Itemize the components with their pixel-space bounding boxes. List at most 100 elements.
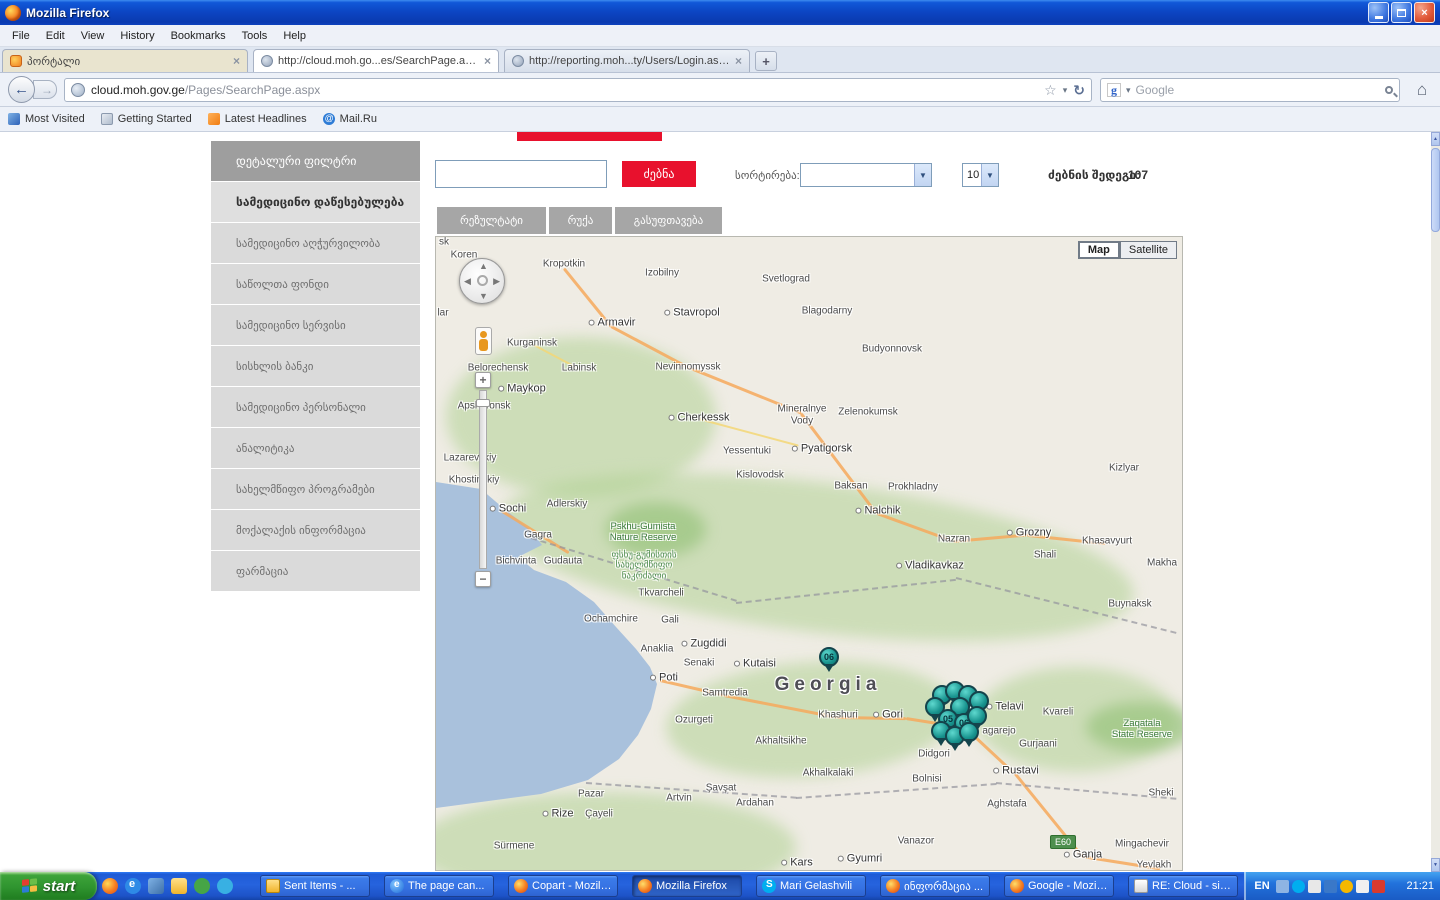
zoom-out-button[interactable]: − [475, 571, 491, 587]
sidebar-item[interactable]: ანალიტიკა [211, 428, 420, 468]
ie-quicklaunch-icon[interactable] [125, 878, 141, 894]
media-quicklaunch-icon[interactable] [194, 878, 210, 894]
chevron-down-icon[interactable]: ▼ [914, 164, 931, 186]
taskbar-button[interactable]: The page can... [384, 875, 494, 897]
menu-view[interactable]: View [73, 27, 113, 45]
url-bar[interactable]: cloud.moh.gov.ge /Pages/SearchPage.aspx … [64, 78, 1092, 102]
network-tray-icon[interactable] [1324, 880, 1337, 893]
start-button[interactable]: start [0, 872, 97, 900]
taskbar-button[interactable]: Mozilla Firefox [632, 875, 742, 897]
sidebar-item[interactable]: მოქალაქის ინფორმაცია [211, 510, 420, 550]
action-button[interactable]: რეზულტატი [437, 207, 546, 234]
taskbar-button[interactable]: Google - Mozill... [1004, 875, 1114, 897]
restore-button[interactable] [1391, 2, 1412, 23]
action-button[interactable]: რუქა [549, 207, 612, 234]
menu-help[interactable]: Help [275, 27, 314, 45]
scroll-down-icon[interactable]: ▼ [1431, 858, 1440, 872]
menu-bookmarks[interactable]: Bookmarks [163, 27, 234, 45]
firefox-quicklaunch-icon[interactable] [102, 878, 118, 894]
tab-searchpage[interactable]: http://cloud.moh.go...es/SearchPage.aspx… [253, 49, 499, 72]
titlebar[interactable]: Mozilla Firefox × [0, 0, 1440, 25]
result-view-buttons: რეზულტატირუქაგასუფთავება [437, 207, 722, 234]
mail-tray-icon[interactable] [1356, 880, 1369, 893]
sidebar-item[interactable]: საწოლთა ფონდი [211, 264, 420, 304]
pan-down-icon[interactable]: ▼ [479, 291, 488, 301]
bookmark-item[interactable]: Most Visited [8, 113, 85, 125]
language-indicator[interactable]: EN [1252, 880, 1272, 892]
pan-up-icon[interactable]: ▲ [479, 261, 488, 271]
action-button[interactable]: გასუფთავება [615, 207, 722, 234]
rss-icon [208, 113, 220, 125]
volume-tray-icon[interactable] [1308, 880, 1321, 893]
reload-icon[interactable]: ↻ [1073, 82, 1085, 99]
sidebar-item[interactable]: დეტალური ფილტრი [211, 141, 420, 181]
zoom-slider[interactable] [479, 390, 487, 569]
antivirus-tray-icon[interactable] [1372, 880, 1385, 893]
update-tray-icon[interactable] [1340, 880, 1353, 893]
forward-button[interactable]: → [33, 80, 57, 99]
home-button[interactable]: ⌂ [1410, 78, 1434, 102]
tab-reporting[interactable]: http://reporting.moh...ty/Users/Login.as… [504, 49, 750, 72]
menu-tools[interactable]: Tools [234, 27, 276, 45]
taskbar-button[interactable]: ინფორმაცია ... [880, 875, 990, 897]
filter-search-input[interactable] [435, 160, 607, 188]
vertical-scrollbar[interactable]: ▲ ▼ [1431, 132, 1440, 872]
pan-right-icon[interactable]: ▶ [493, 276, 500, 287]
sidebar-item[interactable]: სამედიცინო აღჭურვილობა [211, 223, 420, 263]
bookmark-item[interactable]: Getting Started [101, 113, 192, 125]
sidebar-item[interactable]: სამედიცინო პერსონალი [211, 387, 420, 427]
new-tab-button[interactable]: + [755, 51, 777, 71]
msn-quicklaunch-icon[interactable] [217, 878, 233, 894]
menu-file[interactable]: File [4, 27, 38, 45]
search-button[interactable]: ძებნა [622, 161, 696, 187]
back-button[interactable]: ← [8, 76, 35, 103]
zoom-slider-thumb[interactable] [476, 399, 490, 407]
tab-close-icon[interactable]: × [484, 54, 491, 68]
sort-select[interactable]: ▼ [800, 163, 932, 187]
map-type-map-button[interactable]: Map [1078, 241, 1120, 259]
page-size-select[interactable]: 10 ▼ [962, 163, 999, 187]
pegman-icon[interactable] [475, 327, 492, 355]
pan-left-icon[interactable]: ◀ [464, 276, 471, 287]
tab-close-icon[interactable]: × [735, 54, 742, 68]
close-button[interactable]: × [1414, 2, 1435, 23]
bookmark-item[interactable]: Mail.Ru [323, 113, 377, 125]
pan-center-icon[interactable] [477, 275, 488, 286]
sidebar-item[interactable]: სამედიცინო დაწესებულება [211, 182, 420, 222]
sidebar-item[interactable]: ფარმაცია [211, 551, 420, 591]
tab-close-icon[interactable]: × [233, 54, 240, 68]
map-marker[interactable]: 06 [819, 647, 839, 667]
bookmark-star-icon[interactable]: ☆ [1044, 82, 1057, 99]
outlook-quicklaunch-icon[interactable] [171, 878, 187, 894]
map-canvas[interactable]: skKorenKropotkinIzobilnySvetlogradStavro… [435, 236, 1183, 871]
map-label: Buynaksk [1108, 598, 1151, 610]
map-pan-control[interactable]: ▲ ▼ ◀ ▶ [459, 258, 505, 304]
map-marker[interactable] [959, 722, 979, 742]
desktop-quicklaunch-icon[interactable] [148, 878, 164, 894]
taskbar-button[interactable]: Sent Items - ... [260, 875, 370, 897]
scroll-up-icon[interactable]: ▲ [1431, 132, 1440, 146]
bookmark-item[interactable]: Latest Headlines [208, 113, 307, 125]
map-type-buttons: MapSatellite [1078, 241, 1177, 259]
search-engine-dropdown-icon[interactable]: ▾ [1126, 85, 1131, 96]
restore-tray-icon[interactable] [1276, 880, 1289, 893]
sidebar-item[interactable]: სახელმწიფო პროგრამები [211, 469, 420, 509]
sidebar-item[interactable]: სისხლის ბანკი [211, 346, 420, 386]
magnifier-icon[interactable] [1385, 86, 1393, 94]
scrollbar-thumb[interactable] [1431, 148, 1440, 232]
sidebar-item[interactable]: სამედიცინო სერვისი [211, 305, 420, 345]
search-bar[interactable]: g ▾ Google [1100, 78, 1400, 102]
skype-tray-icon[interactable] [1292, 880, 1305, 893]
taskbar-button[interactable]: Copart - Mozill... [508, 875, 618, 897]
zoom-in-button[interactable]: + [475, 372, 491, 388]
taskbar-button[interactable]: RE: Cloud - sis... [1128, 875, 1238, 897]
chevron-down-icon[interactable]: ▼ [981, 164, 998, 186]
mailru-icon [323, 113, 335, 125]
menu-history[interactable]: History [112, 27, 162, 45]
menu-edit[interactable]: Edit [38, 27, 73, 45]
urlbar-dropdown-icon[interactable]: ▾ [1063, 85, 1068, 96]
map-type-satellite-button[interactable]: Satellite [1120, 241, 1177, 259]
taskbar-button[interactable]: Mari Gelashvili [756, 875, 866, 897]
tab-portal[interactable]: პორტალი × [2, 49, 248, 72]
minimize-button[interactable] [1368, 2, 1389, 23]
